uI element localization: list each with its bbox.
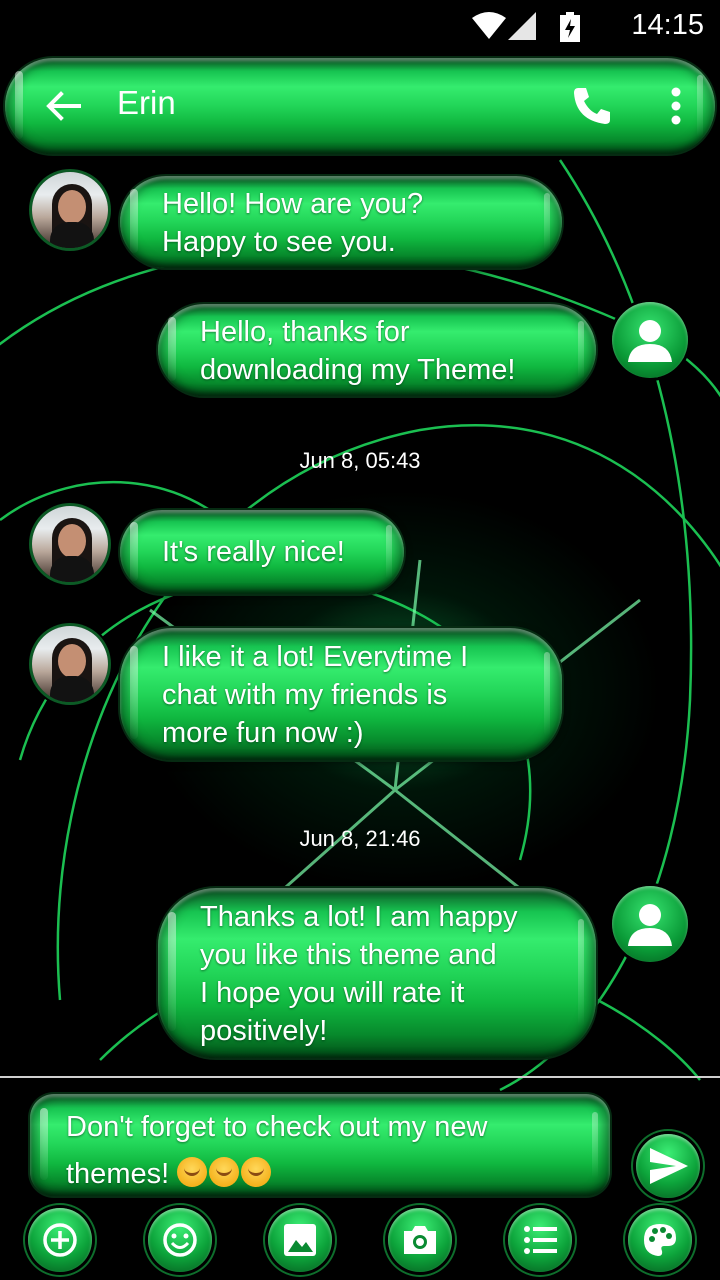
image-icon [284, 1224, 316, 1256]
message-text: Hello, thanks for downloading my Theme! [200, 316, 516, 386]
my-avatar[interactable] [612, 886, 688, 962]
kissing-emoji-icon [209, 1157, 240, 1187]
camera-icon [404, 1226, 436, 1254]
my-avatar[interactable] [612, 302, 688, 378]
date-divider: Jun 8, 21:46 [299, 826, 421, 851]
add-attachment-button[interactable] [28, 1208, 92, 1272]
message-bubble-outgoing[interactable]: Thanks a lot! I am happy you like this t… [158, 888, 596, 1058]
message-bubble-incoming[interactable]: Hello! How are you? Happy to see you. [120, 176, 562, 268]
kissing-closed-eyes-emoji-icon [241, 1157, 272, 1187]
message-input[interactable]: Don't forget to check out my new themes! [30, 1094, 610, 1196]
message-text: I like it a lot! Everytime I chat with m… [162, 641, 469, 749]
send-button[interactable] [636, 1134, 700, 1198]
contact-avatar[interactable] [32, 626, 108, 702]
back-arrow-icon[interactable] [43, 86, 83, 126]
message-input-value: Don't forget to check out my new themes! [66, 1111, 488, 1190]
gallery-button[interactable] [268, 1208, 332, 1272]
contact-avatar[interactable] [32, 172, 108, 248]
more-vert-icon[interactable] [664, 84, 688, 128]
smiley-icon [163, 1223, 197, 1257]
list-icon [524, 1226, 557, 1254]
status-time: 14:15 [631, 9, 704, 41]
message-bubble-outgoing[interactable]: Hello, thanks for downloading my Theme! [158, 304, 596, 396]
templates-button[interactable] [508, 1208, 572, 1272]
wifi-icon [472, 12, 506, 39]
person-icon [628, 904, 672, 946]
palette-icon [644, 1224, 676, 1256]
conversation-title: Erin [117, 84, 176, 121]
message-text: Thanks a lot! I am happy you like this t… [200, 901, 518, 1047]
battery-charging-icon [560, 12, 580, 42]
emoji-button[interactable] [148, 1208, 212, 1272]
phone-icon[interactable] [570, 84, 614, 128]
theme-button[interactable] [628, 1208, 692, 1272]
camera-button[interactable] [388, 1208, 452, 1272]
date-divider: Jun 8, 05:43 [299, 448, 421, 473]
contact-avatar[interactable] [32, 506, 108, 582]
composer-divider [0, 1076, 720, 1078]
message-bubble-incoming[interactable]: I like it a lot! Everytime I chat with m… [120, 628, 562, 760]
message-input-text[interactable]: Don't forget to check out my new themes! [66, 1104, 586, 1198]
send-icon [650, 1148, 688, 1184]
message-bubble-incoming[interactable]: It's really nice! [120, 510, 404, 594]
person-icon [628, 320, 672, 362]
status-bar: 14:15 [0, 0, 720, 52]
heart-eyes-emoji-icon [177, 1157, 208, 1187]
message-text: It's really nice! [162, 536, 345, 568]
add-circle-icon [43, 1223, 77, 1257]
signal-icon [508, 12, 536, 40]
message-text: Hello! How are you? Happy to see you. [162, 188, 424, 258]
